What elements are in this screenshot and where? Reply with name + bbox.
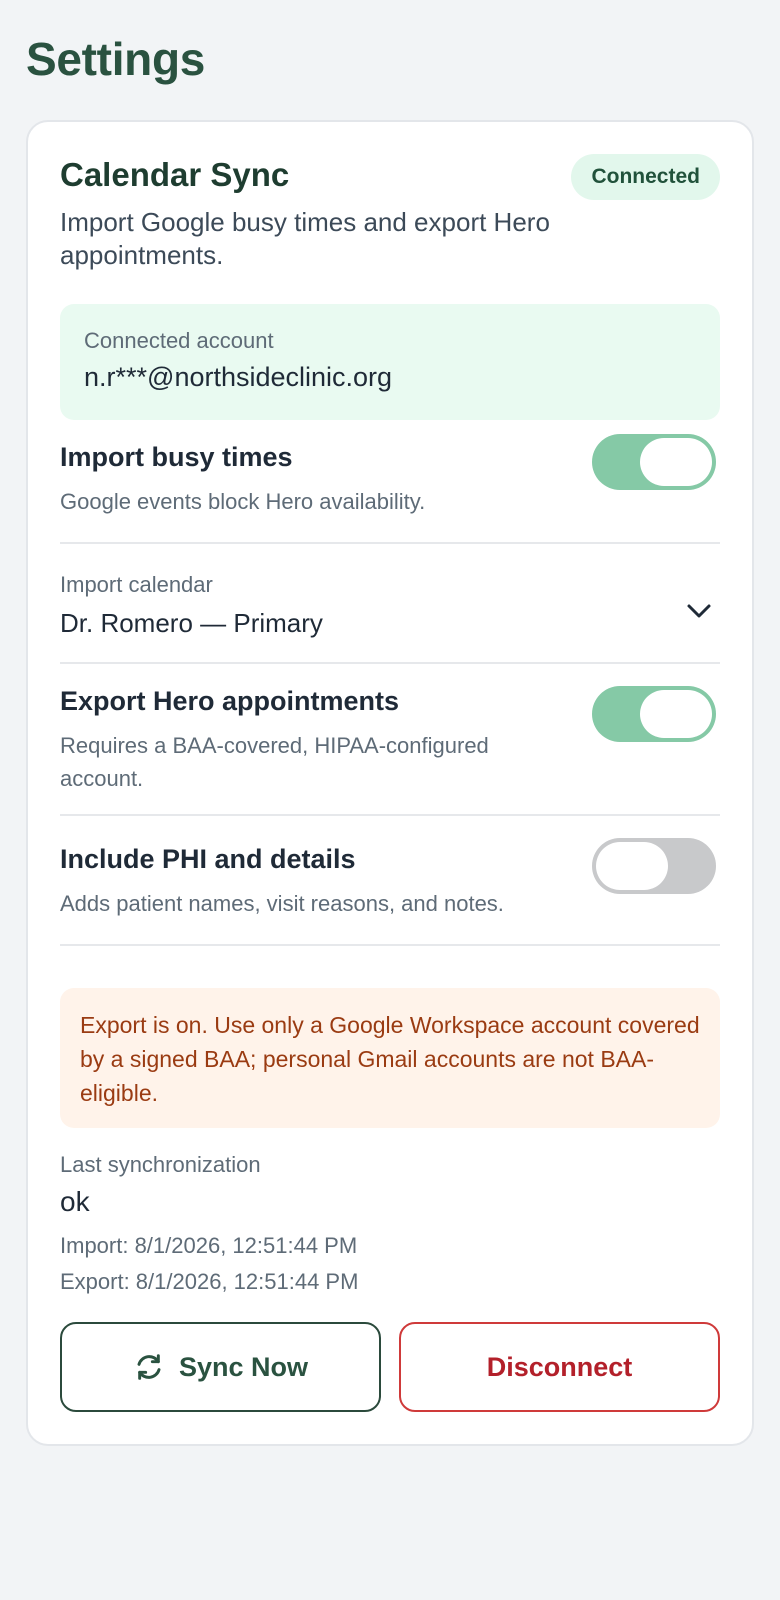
last-export-time: Export: 8/1/2026, 12:51:44 PM [60,1269,359,1294]
disconnect-button[interactable]: Disconnect [399,1322,720,1412]
import-busy-subtitle: Google events block Hero availability. [60,489,426,514]
refresh-icon [137,1354,161,1380]
account-email: n.r***@northsideclinic.org [84,362,393,392]
last-sync-label: Last synchronization [60,1152,261,1177]
import-calendar-value: Dr. Romero — Primary [60,608,323,638]
page-title: Settings [26,33,206,85]
include-phi-toggle[interactable] [592,838,716,894]
last-import-time: Import: 8/1/2026, 12:51:44 PM [60,1233,358,1258]
card-title: Calendar Sync [60,156,290,193]
toggle-knob [640,438,712,486]
account-label: Connected account [84,328,274,353]
divider [60,944,720,946]
disconnect-label: Disconnect [486,1351,633,1382]
last-sync-block: Last synchronization ok Import: 8/1/2026… [60,1152,720,1300]
card-description: Import Google busy times and export Hero… [60,207,550,270]
sync-now-button[interactable]: Sync Now [60,1322,381,1412]
import-calendar-label: Import calendar [60,572,213,597]
divider [60,814,720,816]
export-appointments-subtitle: Requires a BAA-covered, HIPAA-configured… [60,733,489,791]
baa-warning: Export is on. Use only a Google Workspac… [60,988,720,1128]
sync-now-label: Sync Now [178,1351,309,1382]
status-badge: Connected [571,154,720,200]
settings-page: Settings Calendar Sync Connected Import … [0,0,780,1600]
toggle-knob [596,842,668,890]
calendar-sync-card: Calendar Sync Connected Import Google bu… [26,120,754,1446]
connected-account-box: Connected account n.r***@northsideclinic… [60,304,720,420]
chevron-down-icon [687,604,711,618]
include-phi-subtitle: Adds patient names, visit reasons, and n… [60,891,504,916]
toggle-knob [640,690,712,738]
last-sync-status: ok [60,1186,90,1217]
divider [60,662,720,664]
import-busy-toggle[interactable] [592,434,716,490]
export-appointments-toggle[interactable] [592,686,716,742]
divider [60,542,720,544]
import-calendar-select[interactable]: Import calendar Dr. Romero — Primary [60,572,720,652]
